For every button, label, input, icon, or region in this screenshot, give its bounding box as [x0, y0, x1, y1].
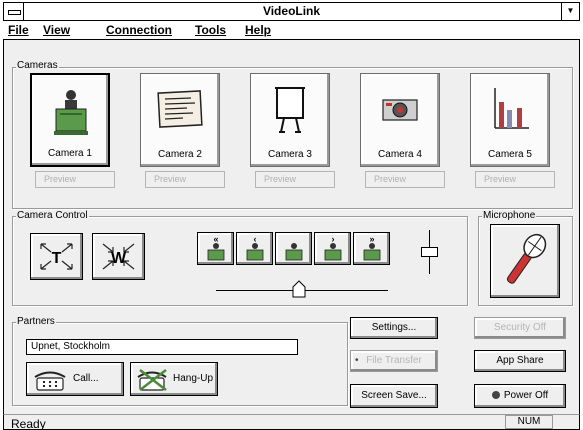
status-text: Ready: [11, 417, 46, 430]
camera-5-label: Camera 5: [488, 149, 532, 160]
file-transfer-label: File Transfer: [366, 355, 422, 366]
camera-5-preview-button[interactable]: Preview: [475, 171, 555, 188]
partner-select[interactable]: Upnet, Stockholm: [26, 339, 298, 355]
camera-3-button[interactable]: Camera 3: [250, 73, 330, 167]
power-off-label: Power Off: [503, 390, 549, 401]
pan-center-button[interactable]: [275, 232, 312, 265]
pan-right-button[interactable]: ›: [314, 232, 351, 265]
microphone-icon: [506, 233, 547, 284]
main-panel: Cameras Camera 1 Preview Camera 2 Previe…: [3, 40, 580, 414]
presenter-icon: [207, 243, 225, 261]
camera-2-preview-button[interactable]: Preview: [145, 171, 225, 188]
partners-label: Partners: [16, 316, 56, 327]
menu-view[interactable]: View: [43, 23, 70, 37]
power-led-icon: [491, 391, 500, 399]
camera-4-preview-button[interactable]: Preview: [365, 171, 445, 188]
hangup-label: Hang-Up: [173, 373, 214, 384]
presenter-at-podium-icon: [54, 90, 88, 135]
tilt-slider-thumb[interactable]: [421, 247, 438, 257]
file-transfer-indicator-icon: •: [355, 355, 359, 366]
microphone-button[interactable]: [490, 224, 560, 298]
hangup-button[interactable]: Hang-Up: [130, 362, 218, 396]
svg-text:W: W: [111, 250, 127, 267]
zoom-out-arrows-icon: W: [102, 243, 135, 270]
camera-1-label: Camera 1: [48, 148, 92, 159]
presenter-icon: [324, 243, 342, 261]
status-bar: Ready NUM: [3, 414, 580, 430]
telephone-icon: [34, 371, 66, 391]
num-lock-indicator: NUM: [505, 415, 553, 429]
video-camera-icon: [382, 99, 418, 121]
security-button[interactable]: Security Off: [474, 317, 566, 339]
camera-4-label: Camera 4: [378, 149, 422, 160]
menu-help[interactable]: Help: [245, 23, 271, 37]
camera-control-label: Camera Control: [16, 210, 89, 221]
zoom-tele-button[interactable]: T: [30, 233, 83, 280]
flip-chart-icon: [275, 87, 305, 133]
app-share-button[interactable]: App Share: [474, 350, 566, 372]
menu-connection[interactable]: Connection: [106, 23, 172, 37]
camera-2-label: Camera 2: [158, 149, 202, 160]
camera-3-preview-button[interactable]: Preview: [255, 171, 335, 188]
camera-1-button[interactable]: Camera 1: [30, 73, 110, 167]
settings-button[interactable]: Settings...: [350, 317, 438, 339]
menu-tools[interactable]: Tools: [195, 23, 226, 37]
camera-5-button[interactable]: Camera 5: [470, 73, 550, 167]
power-off-button[interactable]: Power Off: [474, 384, 566, 408]
presenter-icon: [363, 243, 381, 261]
zoom-in-arrows-icon: T: [40, 243, 73, 270]
pan-left-button[interactable]: ‹: [236, 232, 273, 265]
call-button[interactable]: Call...: [26, 362, 124, 396]
microphone-label: Microphone: [482, 210, 537, 221]
presenter-icon: [285, 243, 303, 261]
menu-file[interactable]: File: [8, 23, 29, 37]
pan-slider-thumb[interactable]: [292, 280, 306, 298]
file-transfer-button[interactable]: • File Transfer: [350, 350, 438, 372]
screen-save-button[interactable]: Screen Save...: [350, 384, 438, 408]
pan-far-right-button[interactable]: »: [353, 232, 390, 265]
system-menu-button[interactable]: [4, 3, 24, 20]
cameras-label: Cameras: [16, 60, 59, 71]
hangup-phone-icon: [137, 369, 167, 391]
svg-text:T: T: [52, 250, 62, 267]
document-icon: [157, 90, 203, 128]
camera-4-button[interactable]: Camera 4: [360, 73, 440, 167]
minimize-button[interactable]: ▼: [561, 3, 579, 20]
presenter-icon: [246, 243, 264, 261]
call-label: Call...: [73, 373, 99, 384]
menu-bar: File View Connection Tools Help: [3, 21, 580, 40]
camera-1-preview-button[interactable]: Preview: [35, 171, 115, 188]
title-bar: VideoLink ▼: [3, 2, 580, 21]
camera-3-label: Camera 3: [268, 149, 312, 160]
window-title: VideoLink: [262, 4, 321, 18]
camera-2-button[interactable]: Camera 2: [140, 73, 220, 167]
pan-far-left-button[interactable]: «: [197, 232, 234, 265]
bar-chart-icon: [494, 88, 529, 129]
zoom-wide-button[interactable]: W: [92, 233, 145, 280]
